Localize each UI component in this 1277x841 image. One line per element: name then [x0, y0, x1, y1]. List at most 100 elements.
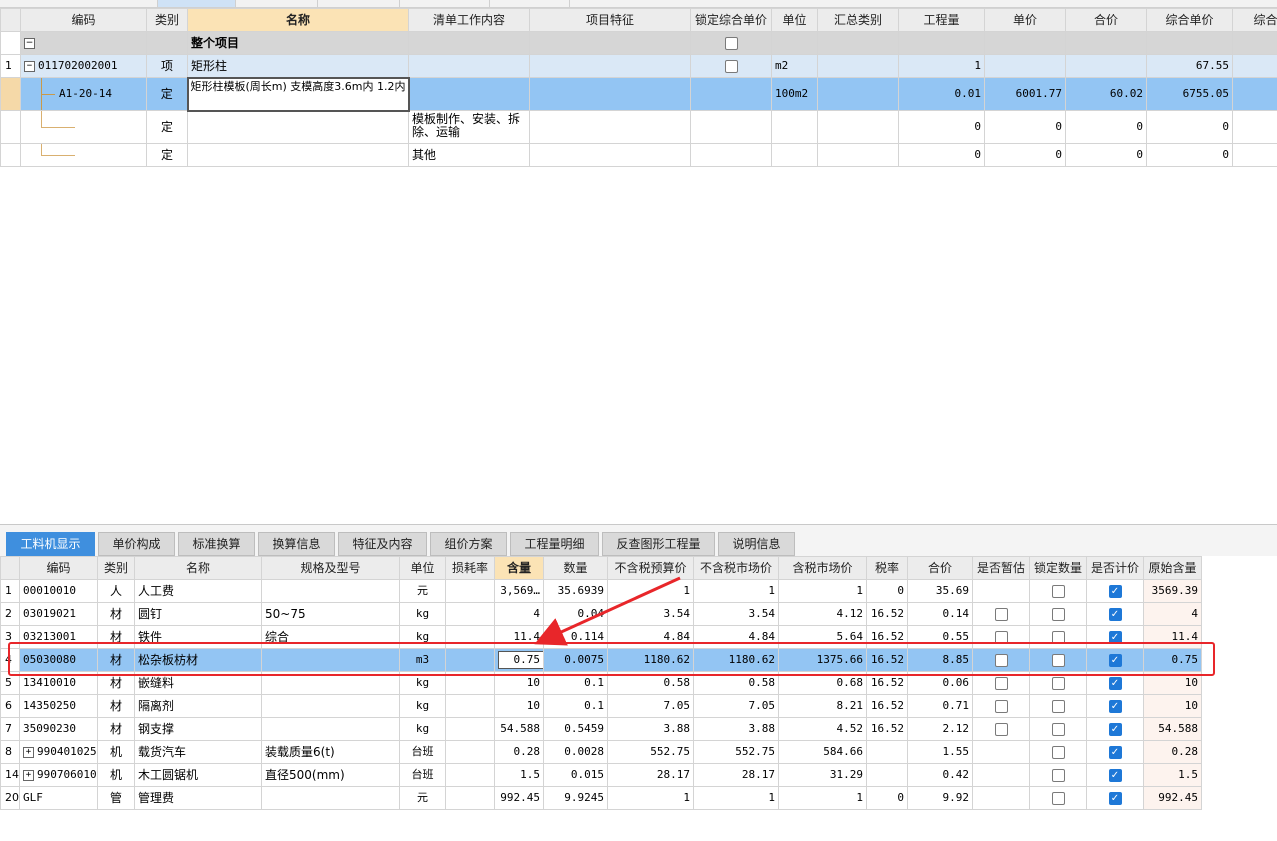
table-row[interactable]: 4 05030080 材 松杂板枋材 m3 0.75 0.0075 1180.62 1180.6… — [0, 648, 1202, 672]
resource-spec[interactable] — [261, 671, 400, 695]
table-row[interactable]: 7 35090230 材 钢支撑 kg 54.588 0.5459 3.88 3.88 4.52 1… — [0, 717, 1202, 741]
resource-quantity[interactable]: 0.04 — [543, 602, 608, 626]
col-header-quantity[interactable]: 数量 — [543, 556, 608, 580]
resource-name[interactable]: 隔离剂 — [134, 694, 262, 718]
col-header-name[interactable]: 名称 — [134, 556, 262, 580]
lock-qty-checkbox[interactable] — [1029, 579, 1087, 603]
resource-name[interactable]: 嵌缝料 — [134, 671, 262, 695]
resource-total[interactable]: 0.71 — [907, 694, 973, 718]
lock-qty-checkbox[interactable] — [1029, 694, 1087, 718]
resource-quantity[interactable]: 0.015 — [543, 763, 608, 787]
priced-checkbox[interactable]: ✓ — [1086, 740, 1144, 764]
resource-code[interactable]: 03213001 — [19, 625, 98, 649]
tax-rate[interactable]: 16.52 — [866, 602, 908, 626]
toolbar-segment-active[interactable] — [158, 0, 236, 7]
col-header-lock-price[interactable]: 锁定综合单价 — [690, 8, 772, 32]
resource-code[interactable]: 14350250 — [19, 694, 98, 718]
toolbar-segment[interactable] — [80, 0, 158, 7]
priced-checkbox[interactable]: ✓ — [1086, 786, 1144, 810]
col-header-content[interactable]: 含量 — [494, 556, 544, 580]
resource-unit[interactable]: 元 — [399, 579, 446, 603]
lock-qty-checkbox[interactable] — [1029, 602, 1087, 626]
taxed-market-price[interactable]: 4.12 — [778, 602, 867, 626]
col-header-composite[interactable]: 综合单 — [1232, 8, 1277, 32]
priced-checkbox[interactable]: ✓ — [1086, 763, 1144, 787]
taxed-market-price[interactable]: 31.29 — [778, 763, 867, 787]
table-row[interactable]: 2 03019021 材 圆钉 50~75 kg 4 0.04 3.54 3.54 4.12 16.5… — [0, 602, 1202, 626]
pretax-market-price[interactable]: 1 — [693, 579, 779, 603]
checkbox-icon[interactable] — [1051, 699, 1065, 713]
lock-qty-checkbox[interactable] — [1029, 740, 1087, 764]
item-name[interactable]: 矩形柱 — [187, 54, 409, 78]
resource-spec[interactable]: 50~75 — [261, 602, 400, 626]
resource-unit[interactable]: kg — [399, 625, 446, 649]
checkbox-checked-icon[interactable]: ✓ — [1108, 745, 1122, 759]
priced-checkbox[interactable]: ✓ — [1086, 694, 1144, 718]
pretax-budget-price[interactable]: 552.75 — [607, 740, 694, 764]
checkbox-checked-icon[interactable]: ✓ — [1108, 791, 1122, 805]
priced-checkbox[interactable]: ✓ — [1086, 625, 1144, 649]
resource-spec[interactable] — [261, 648, 400, 672]
content-value[interactable]: 54.588 — [494, 717, 544, 741]
resource-unit[interactable]: kg — [399, 694, 446, 718]
checkbox-icon[interactable] — [1051, 653, 1065, 667]
item-code-cell[interactable]: −011702002001 — [20, 54, 147, 78]
estimated-checkbox[interactable] — [972, 763, 1030, 787]
checkbox-icon[interactable] — [724, 59, 738, 73]
original-content[interactable]: 11.4 — [1143, 625, 1202, 649]
content-value[interactable]: 3,569… — [494, 579, 544, 603]
resource-spec[interactable] — [261, 579, 400, 603]
resource-unit[interactable]: 台班 — [399, 763, 446, 787]
resource-quantity[interactable]: 35.6939 — [543, 579, 608, 603]
checkbox-icon[interactable] — [1051, 768, 1065, 782]
content-value[interactable]: 10 — [494, 671, 544, 695]
table-row[interactable]: 14 +990706010 机木工圆锯机 直径500(mm) 台班 1.5 0.015 28.… — [0, 763, 1202, 787]
col-header-pretax-budget[interactable]: 不含税预算价 — [607, 556, 694, 580]
loss-rate[interactable] — [445, 625, 495, 649]
checkbox-icon[interactable] — [1051, 791, 1065, 805]
resource-spec[interactable]: 综合 — [261, 625, 400, 649]
table-row-quota-selected[interactable]: A1-20-14 定 矩形柱模板(周长m) 支模高度3.6m内 1.2内 100… — [0, 76, 1277, 112]
resource-total[interactable]: 0.55 — [907, 625, 973, 649]
work-content[interactable]: 其他 — [408, 143, 530, 167]
collapse-icon[interactable]: − — [24, 60, 35, 72]
toolbar-segment[interactable] — [318, 0, 400, 7]
original-content[interactable]: 0.28 — [1143, 740, 1202, 764]
taxed-market-price[interactable]: 5.64 — [778, 625, 867, 649]
toolbar-segment[interactable] — [400, 0, 490, 7]
resource-name[interactable]: 松杂板枋材 — [134, 648, 262, 672]
work-content[interactable]: 模板制作、安装、拆除、运输 — [408, 110, 530, 144]
resource-name[interactable]: 木工圆锯机 — [134, 763, 262, 787]
lock-qty-checkbox[interactable] — [1029, 648, 1087, 672]
resource-spec[interactable]: 装载质量6(t) — [261, 740, 400, 764]
col-header-code[interactable]: 编码 — [20, 8, 147, 32]
pretax-budget-price[interactable]: 3.54 — [607, 602, 694, 626]
loss-rate[interactable] — [445, 694, 495, 718]
original-content[interactable]: 4 — [1143, 602, 1202, 626]
priced-checkbox[interactable]: ✓ — [1086, 579, 1144, 603]
pretax-budget-price[interactable]: 28.17 — [607, 763, 694, 787]
checkbox-checked-icon[interactable]: ✓ — [1108, 584, 1122, 598]
resource-total[interactable]: 0.14 — [907, 602, 973, 626]
resource-name[interactable]: 铁件 — [134, 625, 262, 649]
tab-pricing-scheme[interactable]: 组价方案 — [430, 532, 507, 556]
pretax-budget-price[interactable]: 1 — [607, 786, 694, 810]
tax-rate[interactable]: 0 — [866, 786, 908, 810]
checkbox-checked-icon[interactable]: ✓ — [1108, 607, 1122, 621]
pretax-market-price[interactable]: 0.58 — [693, 671, 779, 695]
tax-rate[interactable] — [866, 740, 908, 764]
estimated-checkbox[interactable] — [972, 625, 1030, 649]
content-value[interactable]: 4 — [494, 602, 544, 626]
table-row[interactable]: 6 14350250 材 隔离剂 kg 10 0.1 7.05 7.05 8.21 16.52 0.7… — [0, 694, 1202, 718]
col-header-code[interactable]: 编码 — [19, 556, 98, 580]
sub-quantity[interactable]: 0 — [898, 110, 985, 144]
resource-total[interactable]: 9.92 — [907, 786, 973, 810]
content-value[interactable]: 1.5 — [494, 763, 544, 787]
pretax-market-price[interactable]: 3.54 — [693, 602, 779, 626]
resource-unit[interactable]: m3 — [399, 648, 446, 672]
table-row-whole-project[interactable]: − 整个项目 — [0, 31, 1277, 55]
content-value[interactable]: 11.4 — [494, 625, 544, 649]
col-header-work-content[interactable]: 清单工作内容 — [408, 8, 530, 32]
col-header-feature[interactable]: 项目特征 — [529, 8, 691, 32]
pretax-market-price[interactable]: 4.84 — [693, 625, 779, 649]
